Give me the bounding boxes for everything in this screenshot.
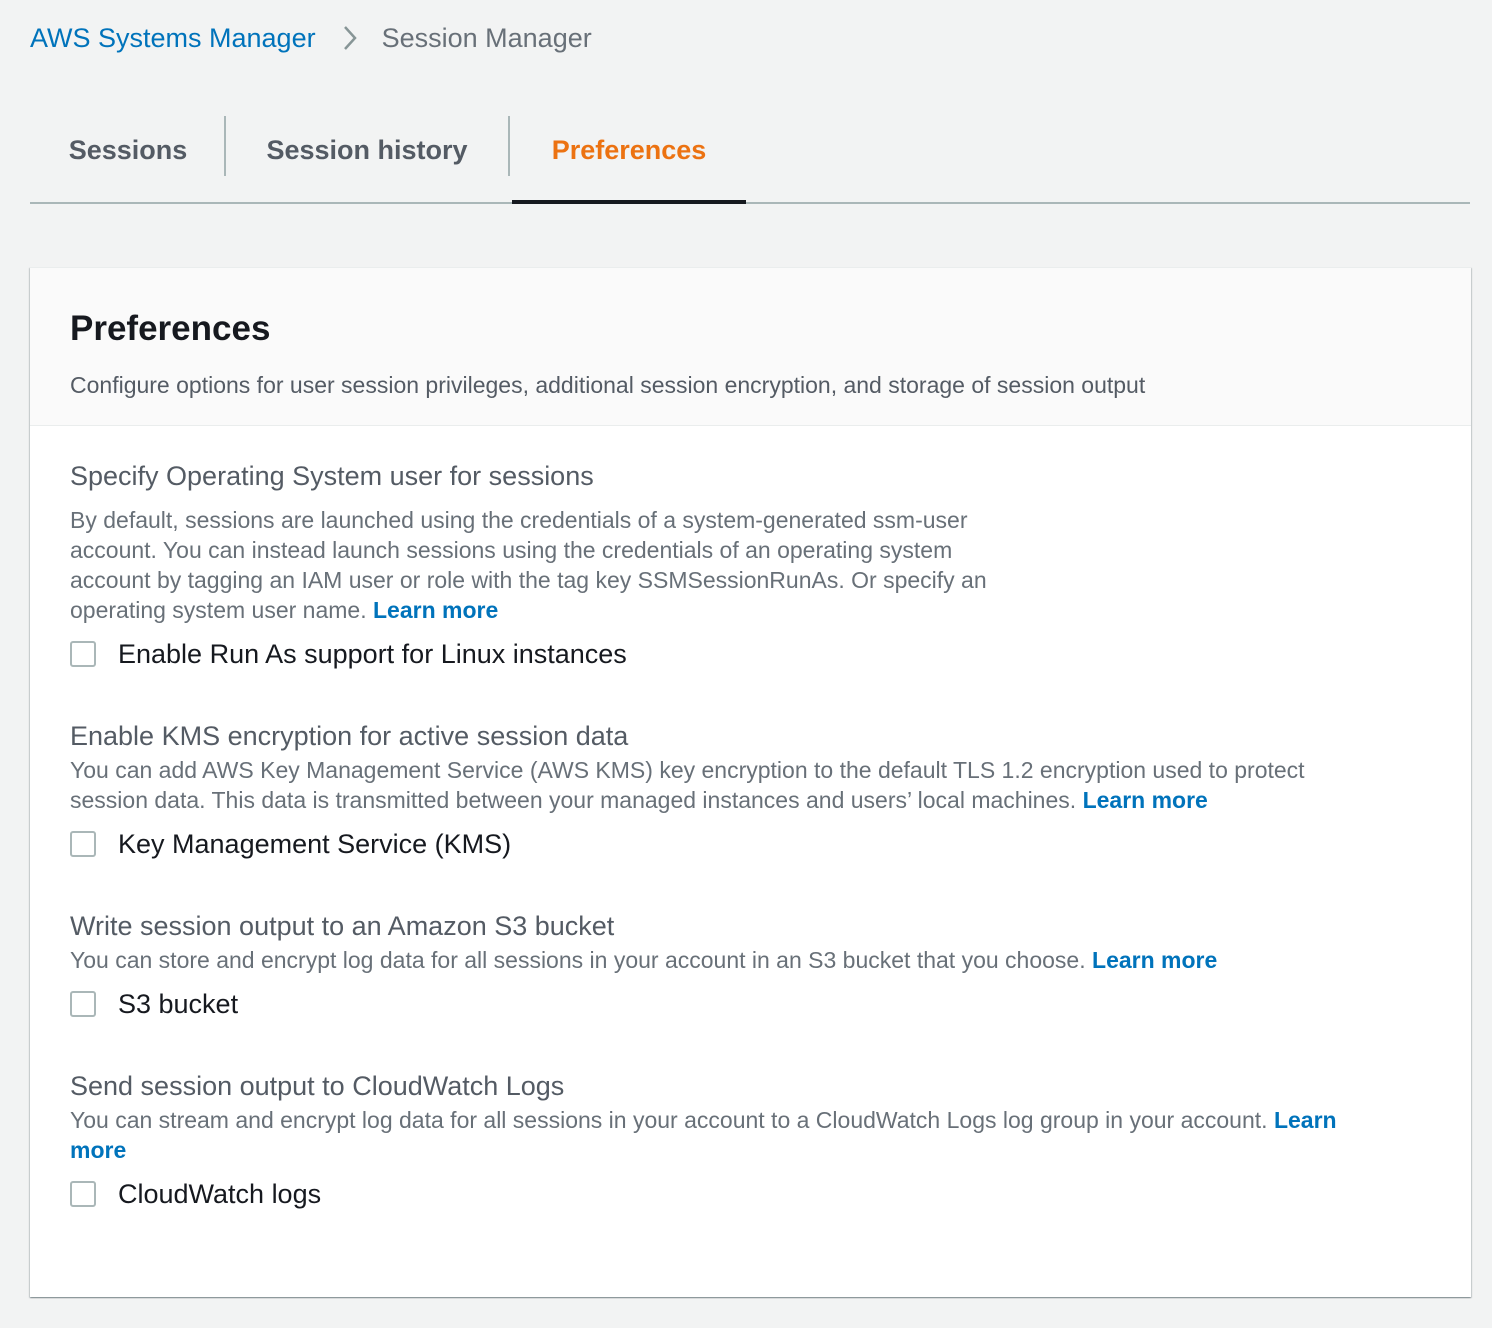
section-description: You can store and encrypt log data for a…	[70, 947, 1218, 973]
kms-checkbox[interactable]	[70, 831, 96, 857]
checkbox-label[interactable]: S3 bucket	[118, 989, 238, 1020]
section-label: Write session output to an Amazon S3 buc…	[70, 911, 615, 941]
active-tab-indicator	[512, 200, 746, 204]
section-run-as: Specify Operating System user for sessio…	[70, 459, 987, 671]
section-description: You can stream and encrypt log data for …	[70, 1107, 1337, 1163]
cloudwatch-checkbox[interactable]	[70, 1181, 96, 1207]
panel-header: Preferences Configure options for user s…	[30, 268, 1471, 426]
panel-title: Preferences	[70, 309, 271, 348]
breadcrumb-current: Session Manager	[381, 22, 592, 53]
section-description: By default, sessions are launched using …	[70, 507, 987, 623]
tab-sessions[interactable]: Sessions	[30, 96, 226, 204]
section-cloudwatch: Send session output to CloudWatch Logs Y…	[70, 1069, 1337, 1211]
run-as-checkbox[interactable]	[70, 641, 96, 667]
section-s3: Write session output to an Amazon S3 buc…	[70, 909, 1217, 1021]
checkbox-label[interactable]: Key Management Service (KMS)	[118, 829, 511, 860]
learn-more-link[interactable]: Learn more	[373, 597, 498, 623]
learn-more-link-continued[interactable]: more	[70, 1137, 126, 1163]
section-kms: Enable KMS encryption for active session…	[70, 719, 1305, 861]
tab-divider	[508, 116, 510, 176]
chevron-right-icon	[342, 24, 358, 52]
section-label: Specify Operating System user for sessio…	[70, 461, 594, 491]
tab-session-history[interactable]: Session history	[226, 96, 508, 204]
section-description: You can add AWS Key Management Service (…	[70, 757, 1305, 813]
run-as-checkbox-row: Enable Run As support for Linux instance…	[70, 637, 987, 671]
learn-more-link[interactable]: Learn more	[1083, 787, 1208, 813]
cloudwatch-checkbox-row: CloudWatch logs	[70, 1177, 1337, 1211]
section-label: Enable KMS encryption for active session…	[70, 721, 629, 751]
breadcrumb-link-systems-manager[interactable]: AWS Systems Manager	[30, 23, 316, 54]
panel-description: Configure options for user session privi…	[70, 372, 1146, 398]
breadcrumb: AWS Systems Manager Session Manager	[30, 18, 592, 58]
learn-more-link[interactable]: Learn more	[1092, 947, 1217, 973]
checkbox-label[interactable]: Enable Run As support for Linux instance…	[118, 639, 627, 670]
kms-checkbox-row: Key Management Service (KMS)	[70, 827, 1305, 861]
tab-preferences[interactable]: Preferences	[512, 96, 746, 204]
learn-more-link[interactable]: Learn	[1274, 1107, 1337, 1133]
checkbox-label[interactable]: CloudWatch logs	[118, 1179, 321, 1210]
section-label: Send session output to CloudWatch Logs	[70, 1071, 565, 1101]
tab-bar: Sessions Session history Preferences	[30, 96, 1470, 204]
s3-checkbox-row: S3 bucket	[70, 987, 1217, 1021]
s3-checkbox[interactable]	[70, 991, 96, 1017]
preferences-panel: Preferences Configure options for user s…	[30, 267, 1471, 1297]
